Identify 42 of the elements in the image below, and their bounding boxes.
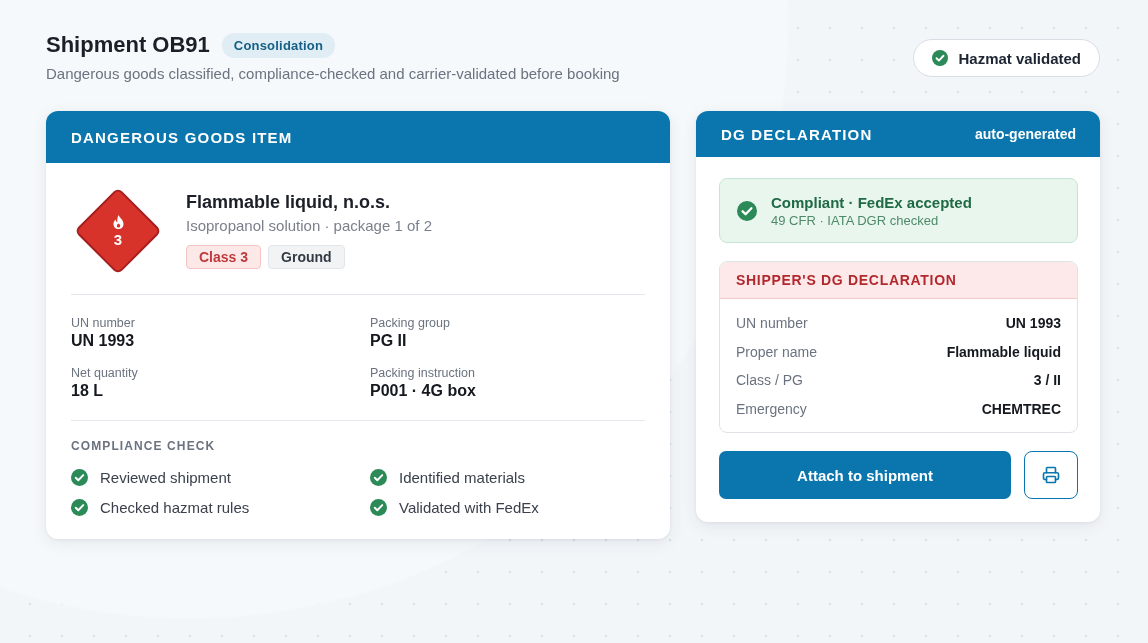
field-value: UN 1993 [71,331,136,351]
checklist-label: Validated with FedEx [399,498,539,516]
field-value: 18 L [71,381,104,401]
section-heading: COMPLIANCE CHECK [71,439,217,453]
row-value: 3 / II [1033,372,1061,389]
status-label: Hazmat validated [958,49,1081,67]
status-detail: 49 CFR · IATA DGR checked [771,212,940,229]
hazard-class-tag: Class 3 [186,245,262,269]
print-button[interactable] [1024,451,1078,499]
field-value: P001 · 4G box [370,381,477,401]
check-circle-icon [737,200,757,221]
shipment-type-badge: Consolidation [221,32,336,58]
card-title: DANGEROUS GOODS ITEM [71,128,293,146]
checklist-label: Identified materials [399,468,525,486]
field-label: UN number [71,315,136,331]
row-label: Emergency [736,400,807,417]
page-subtitle: Dangerous goods classified, compliance-checked and carrier-validated before booking [46,64,620,84]
field-label: Packing group [370,315,451,331]
flame-icon [112,214,124,229]
hazard-class-number: 3 [113,231,123,248]
row-value: CHEMTREC [981,400,1061,417]
field-label: Packing instruction [370,365,476,381]
attach-button[interactable]: Attach to shipment [719,451,1011,499]
printer-icon [1042,466,1060,484]
check-circle-icon [932,50,949,66]
checklist-label: Checked hazmat rules [100,498,250,516]
checklist-label: Reviewed shipment [100,468,231,486]
item-name: Flammable liquid, n.o.s. [186,191,392,213]
row-value: UN 1993 [1005,315,1061,332]
item-description: Isopropanol solution · package 1 of 2 [186,216,432,236]
card-title: DG DECLARATION [721,125,873,143]
field-label: Net quantity [71,365,139,381]
row-label: Class / PG [736,372,803,389]
declaration-title: SHIPPER'S DG DECLARATION [720,262,1077,299]
row-label: UN number [736,315,808,332]
field-value: PG II [370,331,408,351]
row-label: Proper name [736,343,817,360]
page-title: Shipment OB91 [46,31,210,59]
row-value: Flammable liquid [946,343,1061,360]
status-title: Compliant · FedEx accepted [771,192,972,212]
card-note: auto-generated [974,126,1076,142]
transport-mode-tag: Ground [268,245,345,269]
